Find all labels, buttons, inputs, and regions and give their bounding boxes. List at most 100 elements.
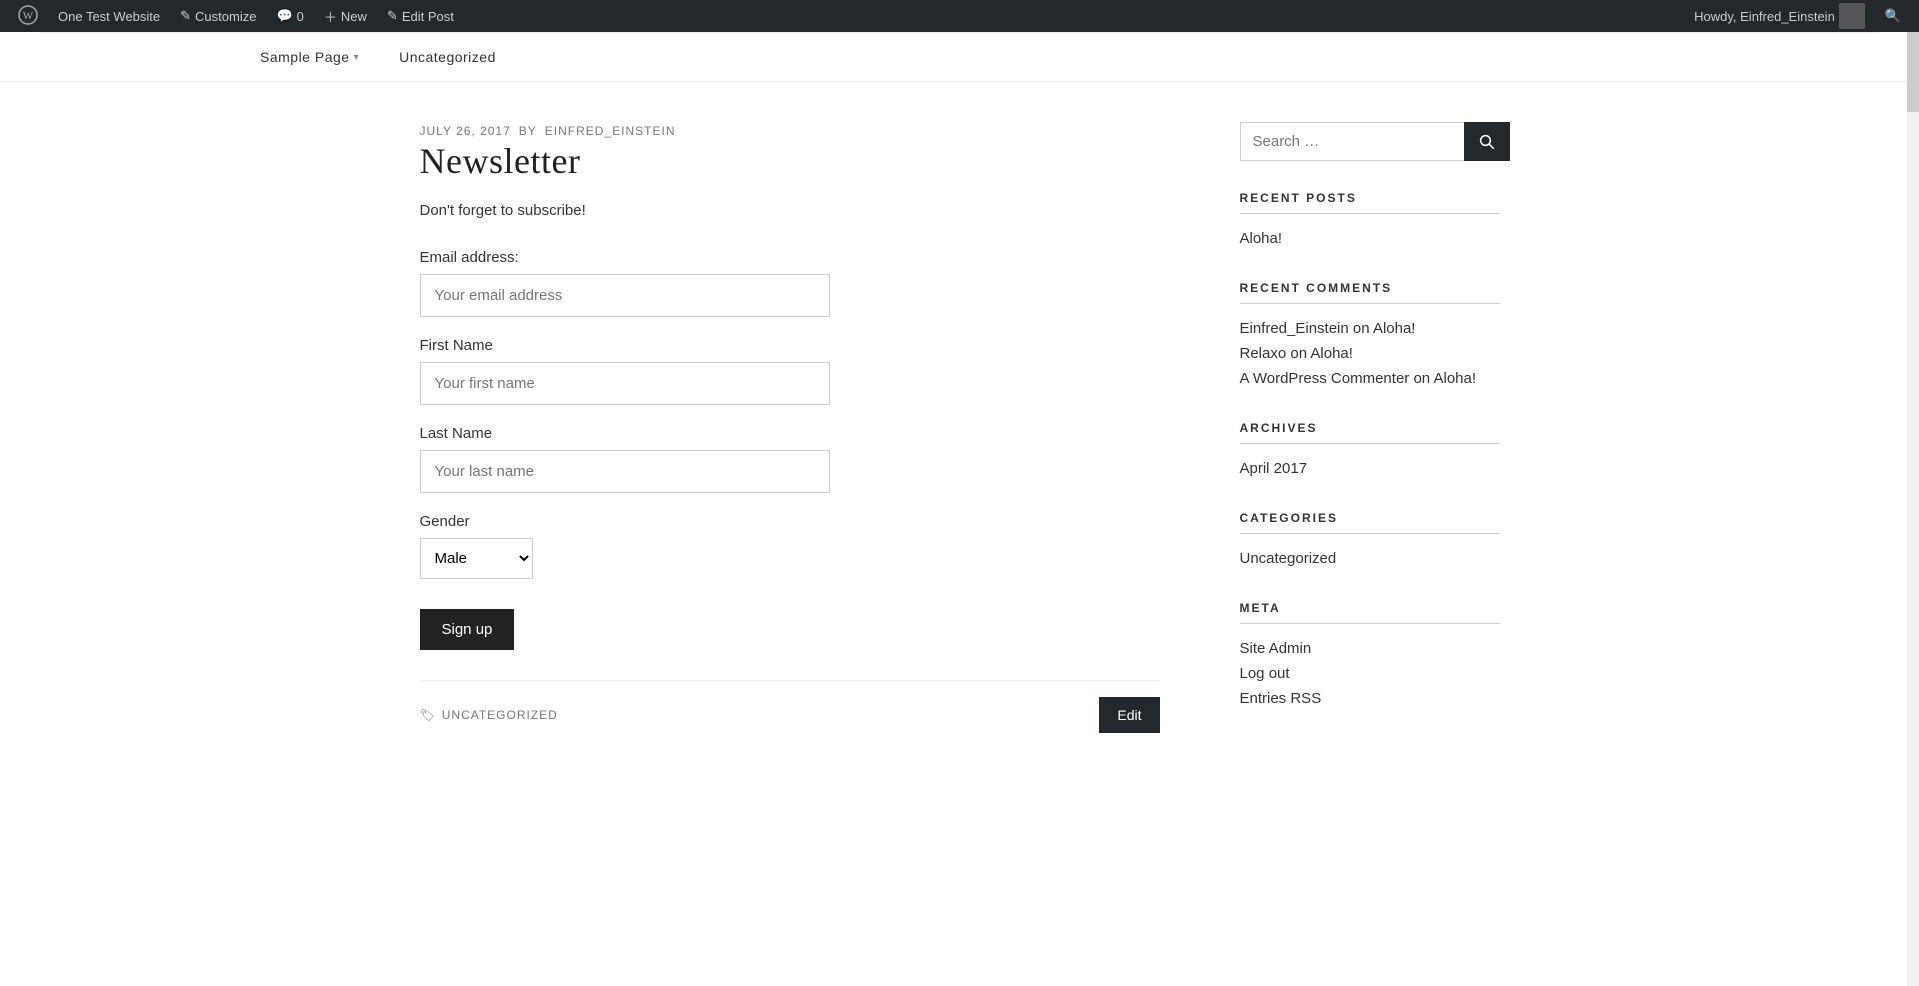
edit-button[interactable]: Edit	[1099, 697, 1159, 733]
archives-title: ARCHIVES	[1240, 421, 1500, 444]
scrollbar[interactable]	[1907, 32, 1919, 986]
email-label: Email address:	[420, 249, 1160, 266]
categories-title: CATEGORIES	[1240, 511, 1500, 534]
post-author: EINFRED_EINSTEIN	[545, 124, 676, 138]
comment-post-link[interactable]: Aloha!	[1373, 320, 1416, 337]
recent-post-item: Aloha!	[1240, 226, 1500, 251]
last-name-group: Last Name	[420, 425, 1160, 493]
archives-section: ARCHIVES April 2017	[1240, 421, 1500, 481]
recent-comment-item: Einfred_Einstein on Aloha!	[1240, 316, 1500, 341]
wp-logo-icon: W	[18, 5, 38, 28]
category-item: Uncategorized	[1240, 546, 1500, 571]
recent-comments-list: Einfred_Einstein on Aloha!Relaxo on Aloh…	[1240, 316, 1500, 391]
new-button[interactable]: ＋ New	[316, 0, 375, 32]
meta-item: Entries RSS	[1240, 686, 1500, 711]
nav-item-sample-page[interactable]: Sample Page ▾	[240, 33, 379, 81]
new-label: New	[341, 9, 367, 24]
post-title: Newsletter	[420, 140, 1160, 182]
meta-link[interactable]: Entries RSS	[1240, 690, 1322, 707]
nav-item-uncategorized[interactable]: Uncategorized	[379, 33, 516, 81]
admin-search-button[interactable]: 🔍	[1877, 0, 1909, 32]
customize-label: Customize	[195, 9, 256, 24]
comment-post-link[interactable]: Aloha!	[1310, 345, 1353, 362]
howdy-user[interactable]: Howdy, Einfred_Einstein	[1686, 0, 1873, 32]
archives-list: April 2017	[1240, 456, 1500, 481]
post-date: JULY 26, 2017	[420, 124, 511, 138]
edit-post-label: Edit Post	[402, 9, 454, 24]
recent-comment-item: Relaxo on Aloha!	[1240, 341, 1500, 366]
user-avatar	[1839, 3, 1865, 29]
comment-author-link[interactable]: Einfred_Einstein	[1240, 320, 1349, 337]
customize-icon: ✎	[180, 8, 191, 24]
comment-post-link[interactable]: Aloha!	[1433, 370, 1476, 387]
recent-comments-section: RECENT COMMENTS Einfred_Einstein on Aloh…	[1240, 281, 1500, 391]
recent-comments-title: RECENT COMMENTS	[1240, 281, 1500, 304]
post-categories: 🏷 UNCATEGORIZED	[420, 708, 558, 722]
howdy-label: Howdy, Einfred_Einstein	[1694, 9, 1835, 24]
category-link[interactable]: Uncategorized	[1240, 550, 1337, 567]
recent-posts-section: RECENT POSTS Aloha!	[1240, 191, 1500, 251]
comment-author-link[interactable]: Relaxo	[1240, 345, 1287, 362]
nav-menu: Sample Page ▾ Uncategorized	[240, 33, 1679, 81]
signup-button[interactable]: Sign up	[420, 609, 515, 650]
comments-count: 0	[297, 9, 304, 24]
archive-item: April 2017	[1240, 456, 1500, 481]
meta-item: Log out	[1240, 661, 1500, 686]
recent-post-link[interactable]: Aloha!	[1240, 230, 1283, 247]
edit-post-button[interactable]: ✎ Edit Post	[379, 0, 462, 32]
recent-posts-list: Aloha!	[1240, 226, 1500, 251]
recent-comment-item: A WordPress Commenter on Aloha!	[1240, 366, 1500, 391]
categories-icon: 🏷	[420, 708, 436, 722]
search-icon	[1478, 133, 1496, 151]
archive-link[interactable]: April 2017	[1240, 460, 1308, 477]
main-content: JULY 26, 2017 BY EINFRED_EINSTEIN Newsle…	[420, 122, 1160, 741]
edit-post-icon: ✎	[387, 8, 398, 24]
last-name-label: Last Name	[420, 425, 1160, 442]
search-button[interactable]	[1464, 122, 1510, 161]
post-intro: Don't forget to subscribe!	[420, 202, 1160, 219]
category-label: UNCATEGORIZED	[442, 708, 558, 722]
categories-list: Uncategorized	[1240, 546, 1500, 571]
gender-group: Gender Male Female Other	[420, 513, 1160, 579]
search-widget	[1240, 122, 1500, 161]
comments-icon: 💬	[276, 8, 292, 24]
post-footer: 🏷 UNCATEGORIZED Edit	[420, 680, 1160, 733]
categories-section: CATEGORIES Uncategorized	[1240, 511, 1500, 571]
email-input[interactable]	[420, 274, 830, 317]
first-name-label: First Name	[420, 337, 1160, 354]
site-name-label: One Test Website	[58, 9, 160, 24]
site-nav: Sample Page ▾ Uncategorized	[40, 32, 1879, 81]
comments-button[interactable]: 💬 0	[268, 0, 311, 32]
search-input[interactable]	[1240, 122, 1464, 161]
wp-logo-button[interactable]: W	[10, 0, 46, 32]
post-meta: JULY 26, 2017 BY EINFRED_EINSTEIN	[420, 122, 1160, 140]
nav-link-sample-page[interactable]: Sample Page ▾	[240, 33, 379, 81]
new-icon: ＋	[324, 7, 337, 26]
first-name-input[interactable]	[420, 362, 830, 405]
admin-bar: W One Test Website ✎ Customize 💬 0 ＋ New…	[0, 0, 1919, 32]
gender-select[interactable]: Male Female Other	[420, 538, 533, 579]
site-name-button[interactable]: One Test Website	[50, 0, 168, 32]
gender-label: Gender	[420, 513, 1160, 530]
scroll-thumb[interactable]	[1907, 32, 1919, 112]
newsletter-form: Email address: First Name Last Name Gend…	[420, 249, 1160, 650]
customize-button[interactable]: ✎ Customize	[172, 0, 264, 32]
meta-item: Site Admin	[1240, 636, 1500, 661]
svg-text:W: W	[23, 10, 34, 22]
meta-title: META	[1240, 601, 1500, 624]
last-name-input[interactable]	[420, 450, 830, 493]
nav-link-uncategorized[interactable]: Uncategorized	[379, 33, 516, 81]
email-group: Email address:	[420, 249, 1160, 317]
meta-link[interactable]: Site Admin	[1240, 640, 1312, 657]
sidebar: RECENT POSTS Aloha! RECENT COMMENTS Einf…	[1240, 122, 1500, 741]
chevron-down-icon: ▾	[354, 52, 360, 63]
first-name-group: First Name	[420, 337, 1160, 405]
meta-link[interactable]: Log out	[1240, 665, 1290, 682]
meta-list: Site Admin Log out Entries RSS	[1240, 636, 1500, 711]
post-author-prefix: BY	[519, 124, 537, 138]
comment-author-link[interactable]: A WordPress Commenter	[1240, 370, 1410, 387]
site-header: Sample Page ▾ Uncategorized	[0, 32, 1919, 82]
content-area: JULY 26, 2017 BY EINFRED_EINSTEIN Newsle…	[380, 122, 1540, 741]
recent-posts-title: RECENT POSTS	[1240, 191, 1500, 214]
admin-search-icon: 🔍	[1885, 8, 1901, 24]
